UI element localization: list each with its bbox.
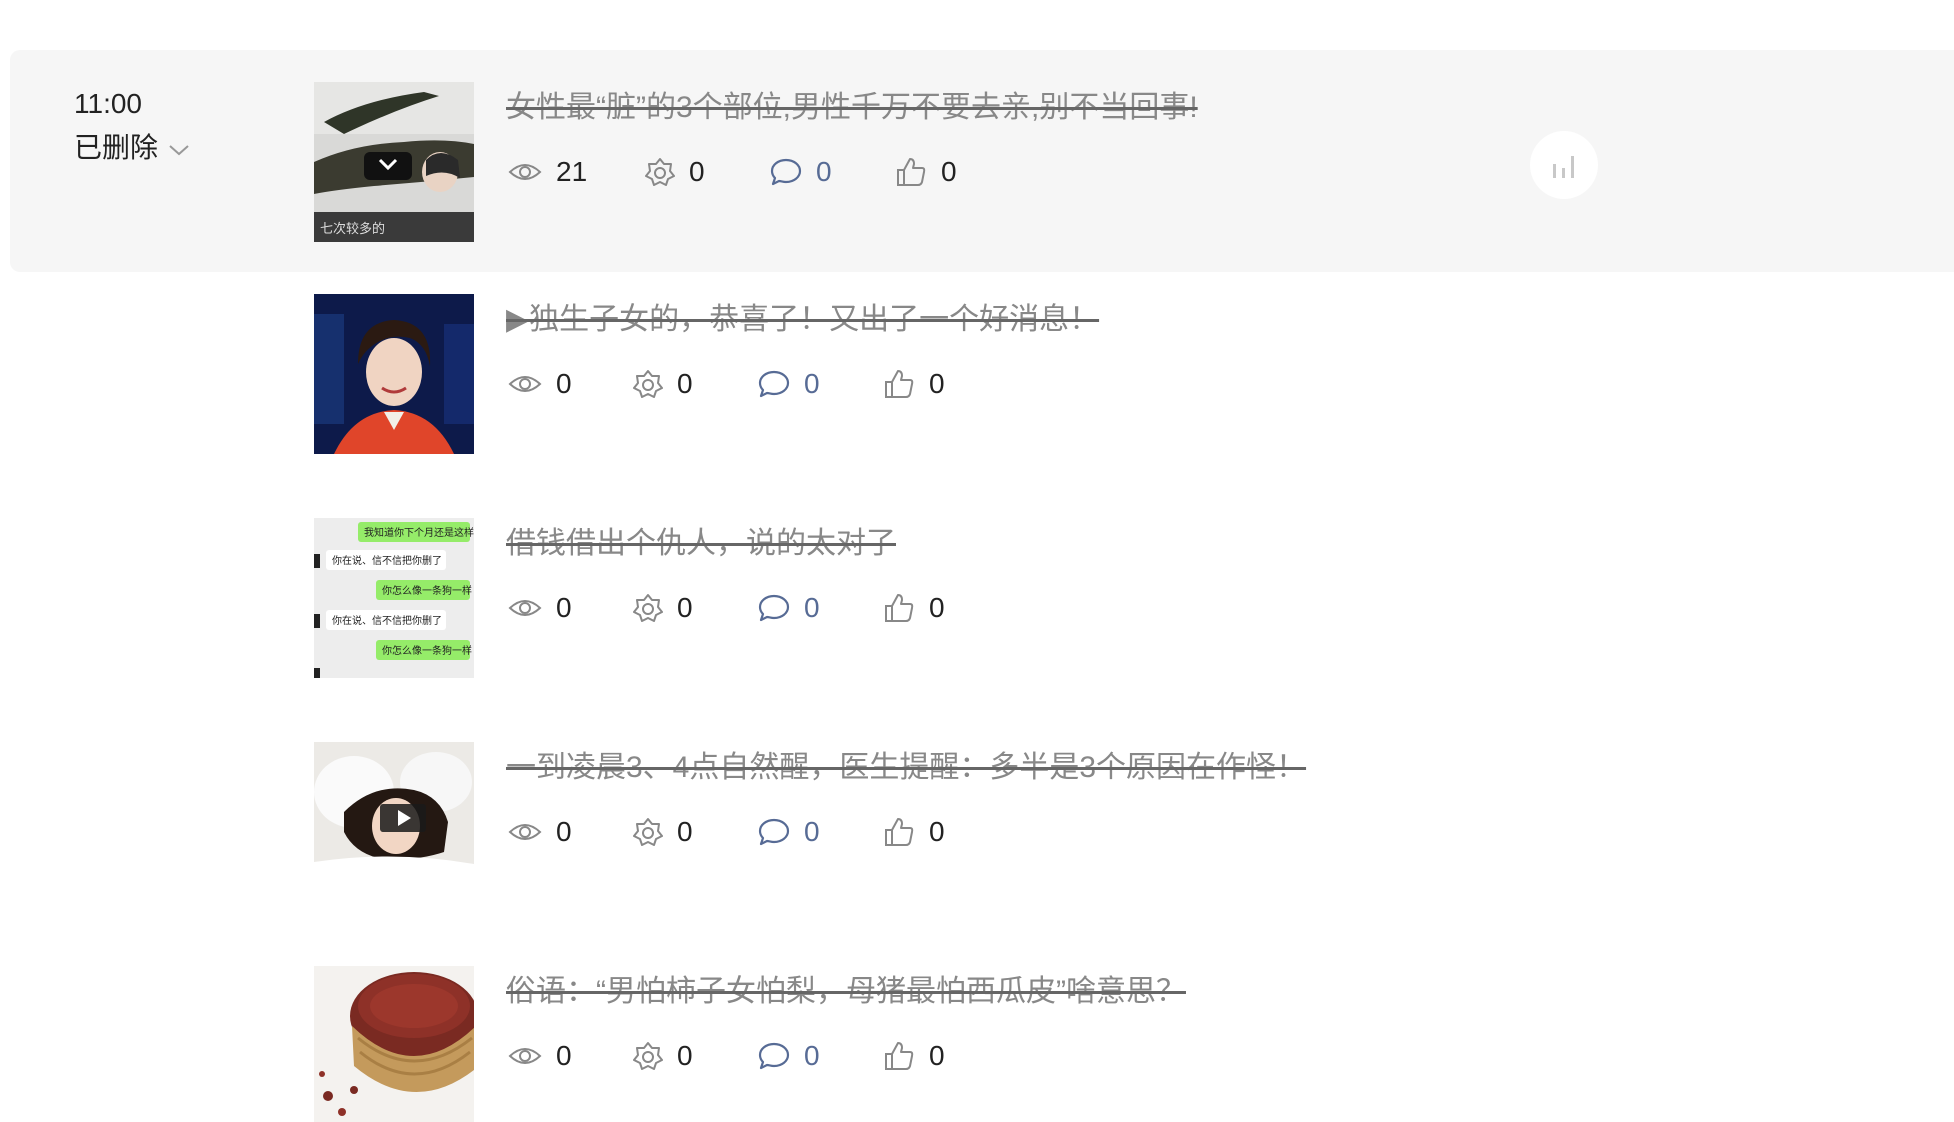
article-stats: 21 0 0 0 [508, 152, 957, 192]
publish-time: 11:00 [74, 88, 142, 119]
comment-icon [758, 818, 790, 846]
views-stat: 0 [508, 816, 633, 848]
shares-count: 0 [677, 816, 693, 847]
eye-icon [508, 1048, 542, 1064]
shares-stat: 0 [633, 816, 758, 848]
thumbnail-caption: 七次较多的 [320, 221, 385, 237]
comments-stat[interactable]: 0 [770, 156, 895, 188]
article-stats: 0 0 0 0 [508, 364, 945, 404]
likes-stat: 0 [883, 592, 945, 624]
article-stats: 0 0 0 0 [508, 812, 945, 852]
views-count: 0 [556, 592, 572, 623]
shares-count: 0 [677, 1040, 693, 1071]
shares-count: 0 [689, 156, 705, 187]
article-row: 俗语：“男怕柿子女怕梨，母猪最怕西瓜皮”啥意思？ 0 0 0 0 [314, 966, 1814, 1122]
article-row: ▶独生子女的，恭喜了！又出了一个好消息！ 0 0 0 0 [314, 294, 1814, 454]
chat-bubble: 我知道你下个月还是这样 [364, 526, 474, 539]
article-title[interactable]: 俗语：“男怕柿子女怕梨，母猪最怕西瓜皮”啥意思？ [506, 972, 1186, 1012]
article-title[interactable]: 一到凌晨3、4点自然醒，医生提醒：多半是3个原因在作怪！ [506, 748, 1306, 788]
shares-count: 0 [677, 592, 693, 623]
comments-count: 0 [804, 368, 820, 399]
views-stat: 21 [508, 156, 645, 188]
shares-stat: 0 [633, 368, 758, 400]
views-stat: 0 [508, 592, 633, 624]
thumbs-up-icon [885, 594, 914, 622]
likes-count: 0 [929, 816, 945, 847]
likes-stat: 0 [883, 1040, 945, 1072]
views-count: 21 [556, 156, 588, 187]
views-stat: 0 [508, 1040, 633, 1072]
article-thumbnail[interactable] [314, 742, 474, 902]
article-row: 一到凌晨3、4点自然醒，医生提醒：多半是3个原因在作怪！ 0 0 0 0 [314, 742, 1814, 902]
likes-stat: 0 [883, 368, 945, 400]
comments-count: 0 [804, 592, 820, 623]
likes-count: 0 [929, 368, 945, 399]
eye-icon [508, 600, 542, 616]
shares-count: 0 [677, 368, 693, 399]
chevron-down-icon [169, 145, 189, 156]
chat-bubble: 你怎么像一条狗一样 [382, 644, 472, 657]
chat-bubble: 你怎么像一条狗一样 [382, 584, 472, 597]
comment-icon [758, 1042, 790, 1070]
article-list-page: 11:00 已删除 七次较多的 女性最“脏”的3个部位,男性千万不要去亲,别不当… [0, 0, 1954, 1122]
article-thumbnail[interactable]: 我知道你下个月还是这样 你在说、信不信把你删了 你怎么像一条狗一样 你在说、信不… [314, 518, 474, 678]
eye-icon [508, 164, 542, 180]
article-stats: 0 0 0 0 [508, 1036, 945, 1076]
views-count: 0 [556, 368, 572, 399]
comments-stat[interactable]: 0 [758, 368, 883, 400]
shares-stat: 0 [633, 592, 758, 624]
comment-icon [770, 158, 802, 186]
comment-icon [758, 594, 790, 622]
eye-icon [508, 376, 542, 392]
comments-count: 0 [804, 1040, 820, 1071]
likes-count: 0 [929, 1040, 945, 1071]
eye-icon [508, 824, 542, 840]
views-count: 0 [556, 1040, 572, 1071]
article-thumbnail[interactable] [314, 966, 474, 1122]
comments-stat[interactable]: 0 [758, 592, 883, 624]
publish-meta: 11:00 已删除 [74, 84, 190, 168]
views-stat: 0 [508, 368, 633, 400]
comments-stat[interactable]: 0 [758, 816, 883, 848]
thumbs-up-icon [885, 818, 914, 846]
article-row: 七次较多的 女性最“脏”的3个部位,男性千万不要去亲,别不当回事! 21 0 0… [314, 82, 1814, 242]
thumbs-up-icon [885, 370, 914, 398]
share-icon [645, 158, 675, 186]
comment-icon [758, 370, 790, 398]
likes-count: 0 [941, 156, 957, 187]
comments-count: 0 [804, 816, 820, 847]
article-row: 我知道你下个月还是这样 你在说、信不信把你删了 你怎么像一条狗一样 你在说、信不… [314, 518, 1814, 678]
likes-count: 0 [929, 592, 945, 623]
comments-stat[interactable]: 0 [758, 1040, 883, 1072]
share-icon [633, 1042, 663, 1070]
article-title[interactable]: 女性最“脏”的3个部位,男性千万不要去亲,别不当回事! [506, 88, 1198, 128]
views-count: 0 [556, 816, 572, 847]
likes-stat: 0 [895, 156, 957, 188]
article-title[interactable]: ▶独生子女的，恭喜了！又出了一个好消息！ [506, 300, 1099, 340]
share-icon [633, 370, 663, 398]
share-icon [633, 818, 663, 846]
status-dropdown[interactable]: 已删除 [74, 128, 190, 168]
article-thumbnail[interactable]: 七次较多的 [314, 82, 474, 242]
article-thumbnail[interactable] [314, 294, 474, 454]
shares-stat: 0 [645, 156, 770, 188]
share-icon [633, 594, 663, 622]
chat-bubble: 你在说、信不信把你删了 [332, 554, 442, 567]
article-title[interactable]: 借钱借出个仇人，说的太对了 [506, 524, 896, 564]
article-stats: 0 0 0 0 [508, 588, 945, 628]
chat-bubble: 你在说、信不信把你删了 [332, 614, 442, 627]
thumbs-up-icon [897, 158, 926, 186]
status-label: 已删除 [74, 132, 159, 163]
shares-stat: 0 [633, 1040, 758, 1072]
thumbs-up-icon [885, 1042, 914, 1070]
likes-stat: 0 [883, 816, 945, 848]
comments-count: 0 [816, 156, 832, 187]
